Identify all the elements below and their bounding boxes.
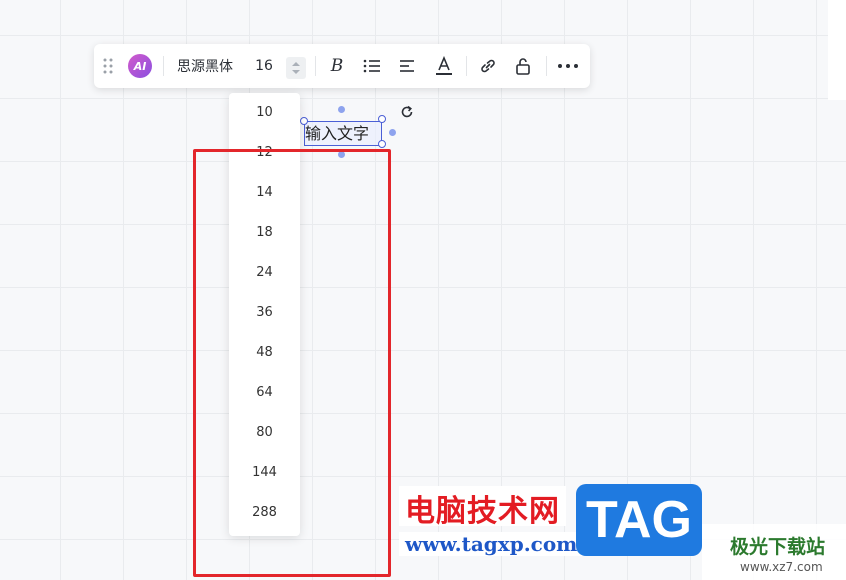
resize-handle-top-left[interactable] bbox=[300, 117, 308, 125]
font-size-option[interactable]: 10 bbox=[229, 93, 300, 133]
more-options-button[interactable] bbox=[555, 44, 581, 88]
chevron-up-icon[interactable] bbox=[291, 61, 301, 67]
highlight-annotation-box bbox=[193, 149, 391, 577]
canvas-panel-edge bbox=[828, 0, 846, 100]
toolbar-divider bbox=[315, 56, 316, 76]
font-size-stepper[interactable] bbox=[286, 57, 306, 79]
font-size-input[interactable]: 16 bbox=[248, 44, 280, 88]
watermark-tag-logo: TAG bbox=[576, 484, 702, 556]
bullet-list-icon bbox=[363, 59, 380, 73]
bullet-list-button[interactable] bbox=[359, 44, 385, 88]
toolbar-divider bbox=[546, 56, 547, 76]
text-format-toolbar: AI 思源黑体 16 B bbox=[94, 44, 590, 88]
font-family-select[interactable]: 思源黑体 bbox=[172, 44, 238, 88]
toolbar-divider bbox=[163, 56, 164, 76]
font-color-icon bbox=[436, 56, 452, 75]
unlock-icon bbox=[516, 58, 530, 75]
watermark-site2-name: 极光下载站 bbox=[730, 536, 826, 558]
more-icon bbox=[558, 64, 578, 68]
font-color-button[interactable] bbox=[431, 44, 457, 88]
connector-dot-right[interactable] bbox=[389, 129, 396, 136]
bold-button[interactable]: B bbox=[324, 44, 350, 88]
watermark-site-name: 电脑技术网 bbox=[399, 486, 566, 529]
align-button[interactable] bbox=[394, 44, 420, 88]
resize-handle-bottom-right[interactable] bbox=[378, 140, 386, 148]
align-left-icon bbox=[400, 60, 414, 72]
chevron-down-icon[interactable] bbox=[291, 69, 301, 75]
bold-icon: B bbox=[330, 56, 344, 76]
watermark-site2-url: www.xz7.com bbox=[740, 560, 823, 574]
drag-handle-icon[interactable] bbox=[100, 44, 116, 88]
canvas-text-element[interactable]: 输入文字 bbox=[304, 121, 382, 146]
toolbar-divider bbox=[466, 56, 467, 76]
watermark-url: www.tagxp.com bbox=[399, 532, 584, 556]
lock-button[interactable] bbox=[510, 44, 536, 88]
rotate-icon[interactable] bbox=[399, 104, 415, 120]
connector-dot-top[interactable] bbox=[338, 106, 345, 113]
insert-link-button[interactable] bbox=[475, 44, 501, 88]
resize-handle-top-right[interactable] bbox=[378, 115, 386, 123]
ai-assistant-button[interactable]: AI bbox=[128, 54, 152, 78]
link-icon bbox=[481, 59, 495, 73]
